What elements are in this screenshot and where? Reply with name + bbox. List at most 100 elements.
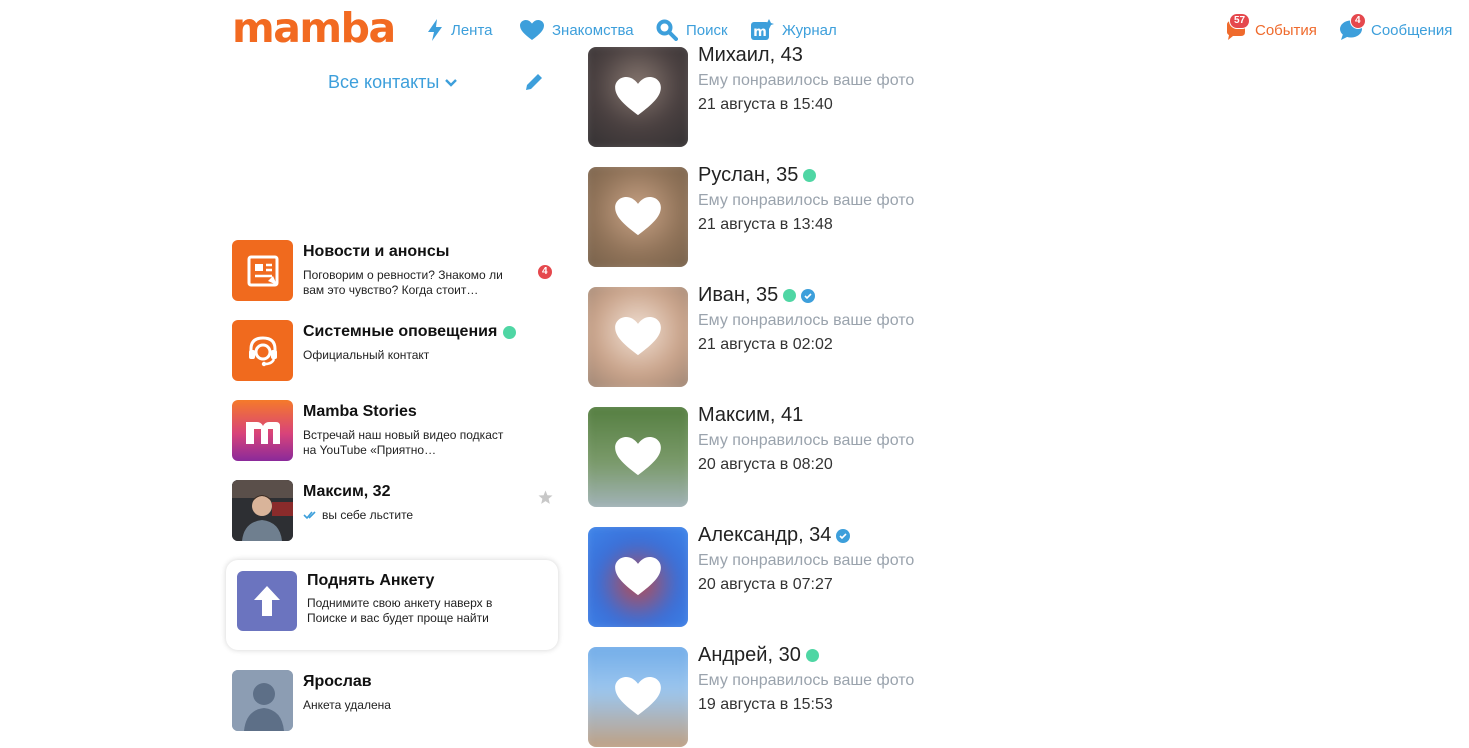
- chat-name: Системные оповещения: [303, 323, 517, 341]
- online-indicator: [803, 169, 817, 182]
- avatar: [232, 480, 293, 541]
- nav-feed[interactable]: Лента: [427, 18, 493, 42]
- chat-last-message: Встречай наш новый видео подкаст на YouT…: [303, 428, 504, 457]
- like-subtitle: Ему понравилось ваше фото: [698, 312, 915, 329]
- news-icon: [232, 240, 293, 301]
- like-item[interactable]: Александр, 34 Ему понравилось ваше фото …: [588, 524, 1008, 627]
- chat-item-maxim[interactable]: Максим, 32 вы себе льстите: [232, 480, 562, 542]
- online-indicator: [503, 325, 517, 339]
- verified-check-icon: [836, 528, 851, 543]
- like-name-age: Александр, 34: [698, 524, 832, 546]
- mamba-stories-logo: [232, 400, 293, 461]
- blurred-photo: [588, 527, 688, 627]
- chat-name: Максим, 32: [303, 483, 390, 501]
- like-subtitle: Ему понравилось ваше фото: [698, 432, 915, 449]
- like-date: 21 августа в 13:48: [698, 216, 833, 233]
- nav-feed-label: Лента: [451, 21, 493, 39]
- heart-icon: [615, 317, 661, 356]
- boost-profile-title: Поднять Анкету: [307, 572, 435, 589]
- svg-text:m: m: [753, 25, 767, 40]
- like-title: Руслан, 35: [698, 164, 817, 187]
- nav-journal-label: Журнал: [782, 21, 837, 39]
- star-icon[interactable]: [538, 490, 553, 505]
- heart-icon: [615, 437, 661, 476]
- nav-messages[interactable]: 4 Сообщения: [1339, 13, 1453, 42]
- blurred-photo: [588, 407, 688, 507]
- like-date: 20 августа в 07:27: [698, 576, 833, 593]
- nav-events[interactable]: 57 События: [1225, 13, 1317, 42]
- like-item[interactable]: Михаил, 43 Ему понравилось ваше фото 21 …: [588, 44, 1008, 147]
- chat-name-text: Новости и анонсы: [303, 243, 450, 260]
- chat-name: Ярослав: [303, 673, 372, 691]
- like-item[interactable]: Руслан, 35 Ему понравилось ваше фото 21 …: [588, 164, 1008, 267]
- boost-profile-card[interactable]: Поднять Анкету Поднимите свою анкету нав…: [226, 560, 558, 650]
- like-name-age: Иван, 35: [698, 284, 779, 306]
- chat-last-message: Анкета удалена: [303, 698, 391, 712]
- nav-events-label: События: [1255, 21, 1317, 39]
- double-check-icon: [303, 511, 316, 520]
- online-indicator: [805, 649, 819, 662]
- like-name-age: Руслан, 35: [698, 164, 799, 186]
- support-headset-icon: [232, 320, 293, 381]
- mamba-logo[interactable]: mamba: [232, 2, 396, 54]
- like-name-age: Андрей, 30: [698, 644, 801, 666]
- chat-name-text: Ярослав: [303, 673, 372, 690]
- like-subtitle: Ему понравилось ваше фото: [698, 72, 915, 89]
- nav-dating[interactable]: Знакомства: [520, 18, 634, 42]
- blurred-photo: [588, 287, 688, 387]
- events-count-badge: 57: [1229, 13, 1251, 29]
- chat-last-message: вы себе льстите: [303, 508, 518, 523]
- chat-name: Mamba Stories: [303, 403, 417, 421]
- like-item[interactable]: Иван, 35 Ему понравилось ваше фото 21 ав…: [588, 284, 1008, 387]
- like-title: Михаил, 43: [698, 44, 803, 67]
- journal-icon: m: [751, 19, 774, 40]
- like-item[interactable]: Андрей, 30 Ему понравилось ваше фото 19 …: [588, 644, 1008, 747]
- chat-name: Новости и анонсы: [303, 243, 449, 261]
- like-date: 19 августа в 15:53: [698, 696, 833, 713]
- chat-last-message: Поговорим о ревности? Знакомо ли вам это…: [303, 268, 503, 297]
- pencil-icon[interactable]: [524, 72, 544, 92]
- like-title: Иван, 35: [698, 284, 816, 307]
- arrow-up-icon: [237, 571, 297, 631]
- chat-item-deleted[interactable]: Ярослав Анкета удалена: [232, 670, 562, 732]
- like-name-age: Михаил, 43: [698, 44, 803, 66]
- like-title: Андрей, 30: [698, 644, 819, 667]
- chat-name-text: Максим, 32: [303, 483, 391, 500]
- like-name-age: Максим, 41: [698, 404, 804, 426]
- like-date: 21 августа в 02:02: [698, 336, 833, 353]
- boost-profile-text: Поднимите свою анкету наверх в Поиске и …: [307, 596, 493, 625]
- like-item[interactable]: Максим, 41 Ему понравилось ваше фото 20 …: [588, 404, 1008, 507]
- nav-journal[interactable]: m Журнал: [750, 18, 837, 42]
- like-title: Максим, 41: [698, 404, 803, 427]
- messages-count-badge: 4: [1350, 13, 1366, 29]
- chat-name-text: Системные оповещения: [303, 323, 498, 340]
- deleted-profile-avatar: [232, 670, 293, 731]
- nav-search[interactable]: Поиск: [656, 18, 728, 42]
- like-title: Александр, 34: [698, 524, 851, 547]
- chat-name-text: Mamba Stories: [303, 403, 417, 420]
- heart-icon: [615, 677, 661, 716]
- chat-item-mamba-stories[interactable]: Mamba Stories Встречай наш новый видео п…: [232, 400, 562, 462]
- blurred-photo: [588, 167, 688, 267]
- like-subtitle: Ему понравилось ваше фото: [698, 552, 915, 569]
- like-subtitle: Ему понравилось ваше фото: [698, 672, 915, 689]
- heart-icon: [615, 77, 661, 116]
- search-icon: [656, 19, 678, 41]
- nav-dating-label: Знакомства: [552, 21, 634, 39]
- chat-last-message-text: вы себе льстите: [322, 508, 414, 522]
- chat-item-system[interactable]: Системные оповещения Официальный контакт: [232, 320, 562, 382]
- heart-icon: [615, 557, 661, 596]
- chat-item-news[interactable]: Новости и анонсы Поговорим о ревности? З…: [232, 240, 562, 302]
- blurred-photo: [588, 47, 688, 147]
- blurred-photo: [588, 647, 688, 747]
- nav-messages-label: Сообщения: [1371, 21, 1453, 39]
- nav-search-label: Поиск: [686, 21, 728, 39]
- online-indicator: [783, 289, 797, 302]
- verified-check-icon: [801, 288, 816, 303]
- chevron-down-icon: [445, 78, 458, 87]
- chat-last-message: Официальный контакт: [303, 348, 430, 362]
- like-date: 21 августа в 15:40: [698, 96, 833, 113]
- like-date: 20 августа в 08:20: [698, 456, 833, 473]
- lightning-icon: [428, 19, 442, 41]
- contacts-filter-dropdown[interactable]: Все контакты: [328, 72, 458, 93]
